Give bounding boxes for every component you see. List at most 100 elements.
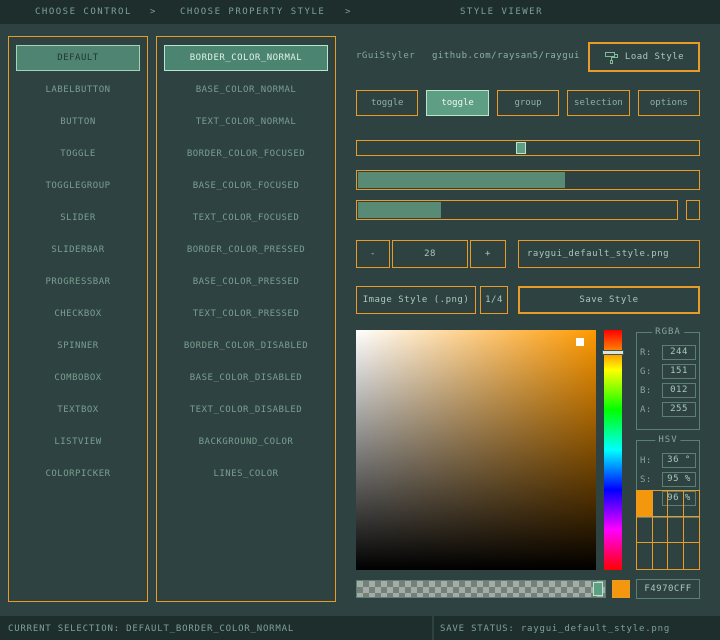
progressbar-fill [358,202,441,218]
rgba-row: A:255 [640,402,696,417]
property-item-border_color_focused[interactable]: BORDER_COLOR_FOCUSED [164,141,328,167]
top-menubar: CHOOSE CONTROL > CHOOSE PROPERTY STYLE >… [0,0,720,24]
breadcrumb-separator-icon: > [345,7,352,17]
section-label-choose-control: CHOOSE CONTROL [35,7,132,17]
rgba-panel: RGBA R:244G:151B:012A:255 [636,332,700,430]
palette-cell[interactable] [637,517,653,543]
control-item-sliderbar[interactable]: SLIDERBAR [16,237,140,263]
hsv-row: H: 36 ° [640,453,696,468]
current-color-swatch [612,580,630,598]
palette-cell[interactable] [653,543,669,569]
property-item-text_color_focused[interactable]: TEXT_COLOR_FOCUSED [164,205,328,231]
control-item-spinner[interactable]: SPINNER [16,333,140,359]
rgba-value-box[interactable]: 255 [662,402,696,417]
palette-cell[interactable] [653,517,669,543]
control-item-combobox[interactable]: COMBOBOX [16,365,140,391]
rgba-value-box[interactable]: 012 [662,383,696,398]
toggle-button-group[interactable]: group [497,90,559,116]
paint-roller-icon [604,50,619,65]
control-item-slider[interactable]: SLIDER [16,205,140,231]
repo-link[interactable]: github.com/raysan5/raygui [432,51,580,61]
rgba-title: RGBA [652,327,684,337]
property-item-border_color_normal[interactable]: BORDER_COLOR_NORMAL [164,45,328,71]
color-picker-gradient[interactable] [356,330,596,570]
control-item-listview[interactable]: LISTVIEW [16,429,140,455]
spinner-value-box[interactable]: 28 [392,240,468,268]
toggle-button-toggle[interactable]: toggle [356,90,418,116]
progress-bar[interactable] [356,200,678,220]
control-item-togglegroup[interactable]: TOGGLEGROUP [16,173,140,199]
hsv-title: HSV [655,435,680,445]
control-item-button[interactable]: BUTTON [16,109,140,135]
alpha-slider[interactable] [356,580,606,598]
sliderbar-fill [358,172,565,188]
rgba-rows: R: 244 G: 151 B: 012 A:255 [637,345,699,417]
palette-cell[interactable] [668,517,684,543]
palette-cell[interactable] [668,543,684,569]
rgba-value-box[interactable]: 244 [662,345,696,360]
rgba-row: R: 244 [640,345,696,360]
palette-cell[interactable] [684,491,700,517]
rgba-label: B: [640,386,652,396]
rgba-value-box[interactable]: 151 [662,364,696,379]
controls-list: DEFAULT LABELBUTTON BUTTON TOGGLE TOGGLEGROU… [8,36,148,602]
palette-cell[interactable] [668,491,684,517]
load-style-button[interactable]: Load Style [588,42,700,72]
property-item-text_color_disabled[interactable]: TEXT_COLOR_DISABLED [164,397,328,423]
control-item-progressbar[interactable]: PROGRESSBAR [16,269,140,295]
palette-cell-filled[interactable] [637,491,653,517]
palette-cell[interactable] [684,543,700,569]
property-item-lines_color[interactable]: LINES_COLOR [164,461,328,487]
palette-cell[interactable] [653,491,669,517]
rgba-row: B: 012 [640,383,696,398]
property-item-border_color_pressed[interactable]: BORDER_COLOR_PRESSED [164,237,328,263]
properties-list: BORDER_COLOR_NORMAL BASE_COLOR_NORMAL TEXT… [156,36,336,602]
save-status: SAVE STATUS: raygui_default_style.png [440,624,670,634]
toggle-button-options[interactable]: options [638,90,700,116]
control-item-checkbox[interactable]: CHECKBOX [16,301,140,327]
property-item-base_color_normal[interactable]: BASE_COLOR_NORMAL [164,77,328,103]
property-item-text_color_pressed[interactable]: TEXT_COLOR_PRESSED [164,301,328,327]
property-item-background_color[interactable]: BACKGROUND_COLOR [164,429,328,455]
hsv-label: H: [640,456,652,466]
breadcrumb-separator-icon: > [150,7,157,17]
control-item-textbox[interactable]: TEXTBOX [16,397,140,423]
toggle-button-selection[interactable]: selection [567,90,629,116]
spinner-minus-button[interactable]: - [356,240,390,268]
rgba-label: G: [640,367,652,377]
filename-textbox[interactable]: raygui_default_style.png [518,240,700,268]
alpha-slider-handle[interactable] [593,582,603,596]
hue-slider[interactable] [604,330,622,570]
save-style-button[interactable]: Save Style [518,286,700,314]
color-palette-grid [636,490,700,570]
property-item-border_color_disabled[interactable]: BORDER_COLOR_DISABLED [164,333,328,359]
combobox-counter[interactable]: 1/4 [480,286,508,314]
hex-value-box[interactable]: F4970CFF [636,579,700,599]
toggle-button-toggle[interactable]: toggle [426,90,488,116]
slider-handle[interactable] [516,142,526,154]
hue-slider-handle[interactable] [602,350,624,355]
rgba-label: R: [640,348,652,358]
property-item-base_color_focused[interactable]: BASE_COLOR_FOCUSED [164,173,328,199]
palette-cell[interactable] [637,543,653,569]
color-picker-cursor[interactable] [576,338,584,346]
image-style-combobox[interactable]: Image Style (.png) [356,286,476,314]
spinner-plus-button[interactable]: + [470,240,506,268]
section-label-style-viewer: STYLE VIEWER [460,7,543,17]
property-item-base_color_pressed[interactable]: BASE_COLOR_PRESSED [164,269,328,295]
hsv-row: S: 95 % [640,472,696,487]
slider[interactable] [356,140,700,156]
hsv-value-box[interactable]: 95 % [662,472,696,487]
control-item-toggle[interactable]: TOGGLE [16,141,140,167]
control-item-default[interactable]: DEFAULT [16,45,140,71]
palette-cell[interactable] [684,517,700,543]
property-item-base_color_disabled[interactable]: BASE_COLOR_DISABLED [164,365,328,391]
control-item-labelbutton[interactable]: LABELBUTTON [16,77,140,103]
slider-bar[interactable] [356,170,700,190]
property-item-text_color_normal[interactable]: TEXT_COLOR_NORMAL [164,109,328,135]
progress-step-button[interactable] [686,200,700,220]
hsv-value-box[interactable]: 36 ° [662,453,696,468]
control-item-colorpicker[interactable]: COLORPICKER [16,461,140,487]
app-name: rGuiStyler [356,51,415,61]
hsv-label: S: [640,475,652,485]
